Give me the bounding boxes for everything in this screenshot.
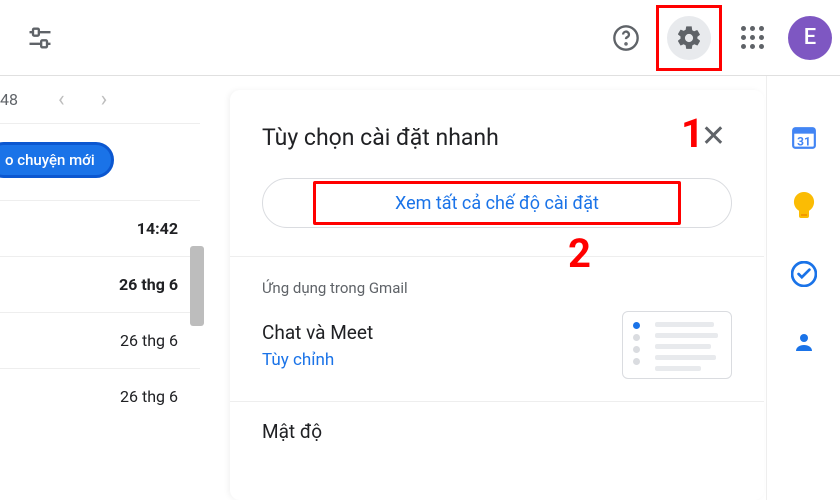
calendar-icon[interactable]: 31 xyxy=(790,124,818,152)
contacts-icon[interactable] xyxy=(790,328,818,356)
next-page-button[interactable]: › xyxy=(83,87,126,112)
side-app-rail: 31 xyxy=(766,76,840,500)
app-header: E xyxy=(0,0,840,76)
apps-grid-icon xyxy=(741,26,764,49)
inbox-column: 48 ‹ › o chuyện mới 14:42 26 thg 6 26 th… xyxy=(0,76,200,424)
inbox-row[interactable]: 26 thg 6 xyxy=(0,256,200,312)
page-count: 48 xyxy=(0,90,18,109)
tasks-icon[interactable] xyxy=(790,260,818,288)
inbox-row[interactable]: 26 thg 6 xyxy=(0,312,200,368)
filter-icon[interactable] xyxy=(20,18,60,58)
settings-button[interactable] xyxy=(656,5,722,71)
svg-text:31: 31 xyxy=(797,135,811,149)
google-apps-button[interactable] xyxy=(728,14,776,62)
pagination-bar: 48 ‹ › xyxy=(0,76,200,124)
annotation-marker-1: 1 xyxy=(681,110,704,157)
new-messages-chip[interactable]: o chuyện mới xyxy=(0,142,114,178)
density-label: Mật độ xyxy=(262,420,732,443)
layout-thumbnail xyxy=(622,311,732,379)
prev-page-button[interactable]: ‹ xyxy=(40,87,83,112)
divider xyxy=(230,401,764,402)
divider xyxy=(230,256,764,257)
keep-icon[interactable] xyxy=(790,192,818,220)
quick-settings-panel: 1 Tùy chọn cài đặt nhanh ✕ Xem tất cả ch… xyxy=(230,90,764,500)
section-apps-label: Ứng dụng trong Gmail xyxy=(262,279,732,297)
inbox-row[interactable]: 26 thg 6 xyxy=(0,368,200,424)
chat-meet-label: Chat và Meet xyxy=(262,321,373,344)
inbox-row[interactable]: 14:42 xyxy=(0,200,200,256)
account-avatar[interactable]: E xyxy=(788,16,832,60)
scrollbar-thumb[interactable] xyxy=(190,246,204,326)
customize-link[interactable]: Tùy chỉnh xyxy=(262,350,373,370)
see-all-label: Xem tất cả chế độ cài đặt xyxy=(395,193,599,214)
annotation-marker-2: 2 xyxy=(568,230,591,277)
help-button[interactable] xyxy=(602,14,650,62)
panel-title: Tùy chọn cài đặt nhanh xyxy=(262,124,499,151)
see-all-settings-button[interactable]: Xem tất cả chế độ cài đặt xyxy=(262,178,732,228)
gear-icon xyxy=(675,24,703,52)
